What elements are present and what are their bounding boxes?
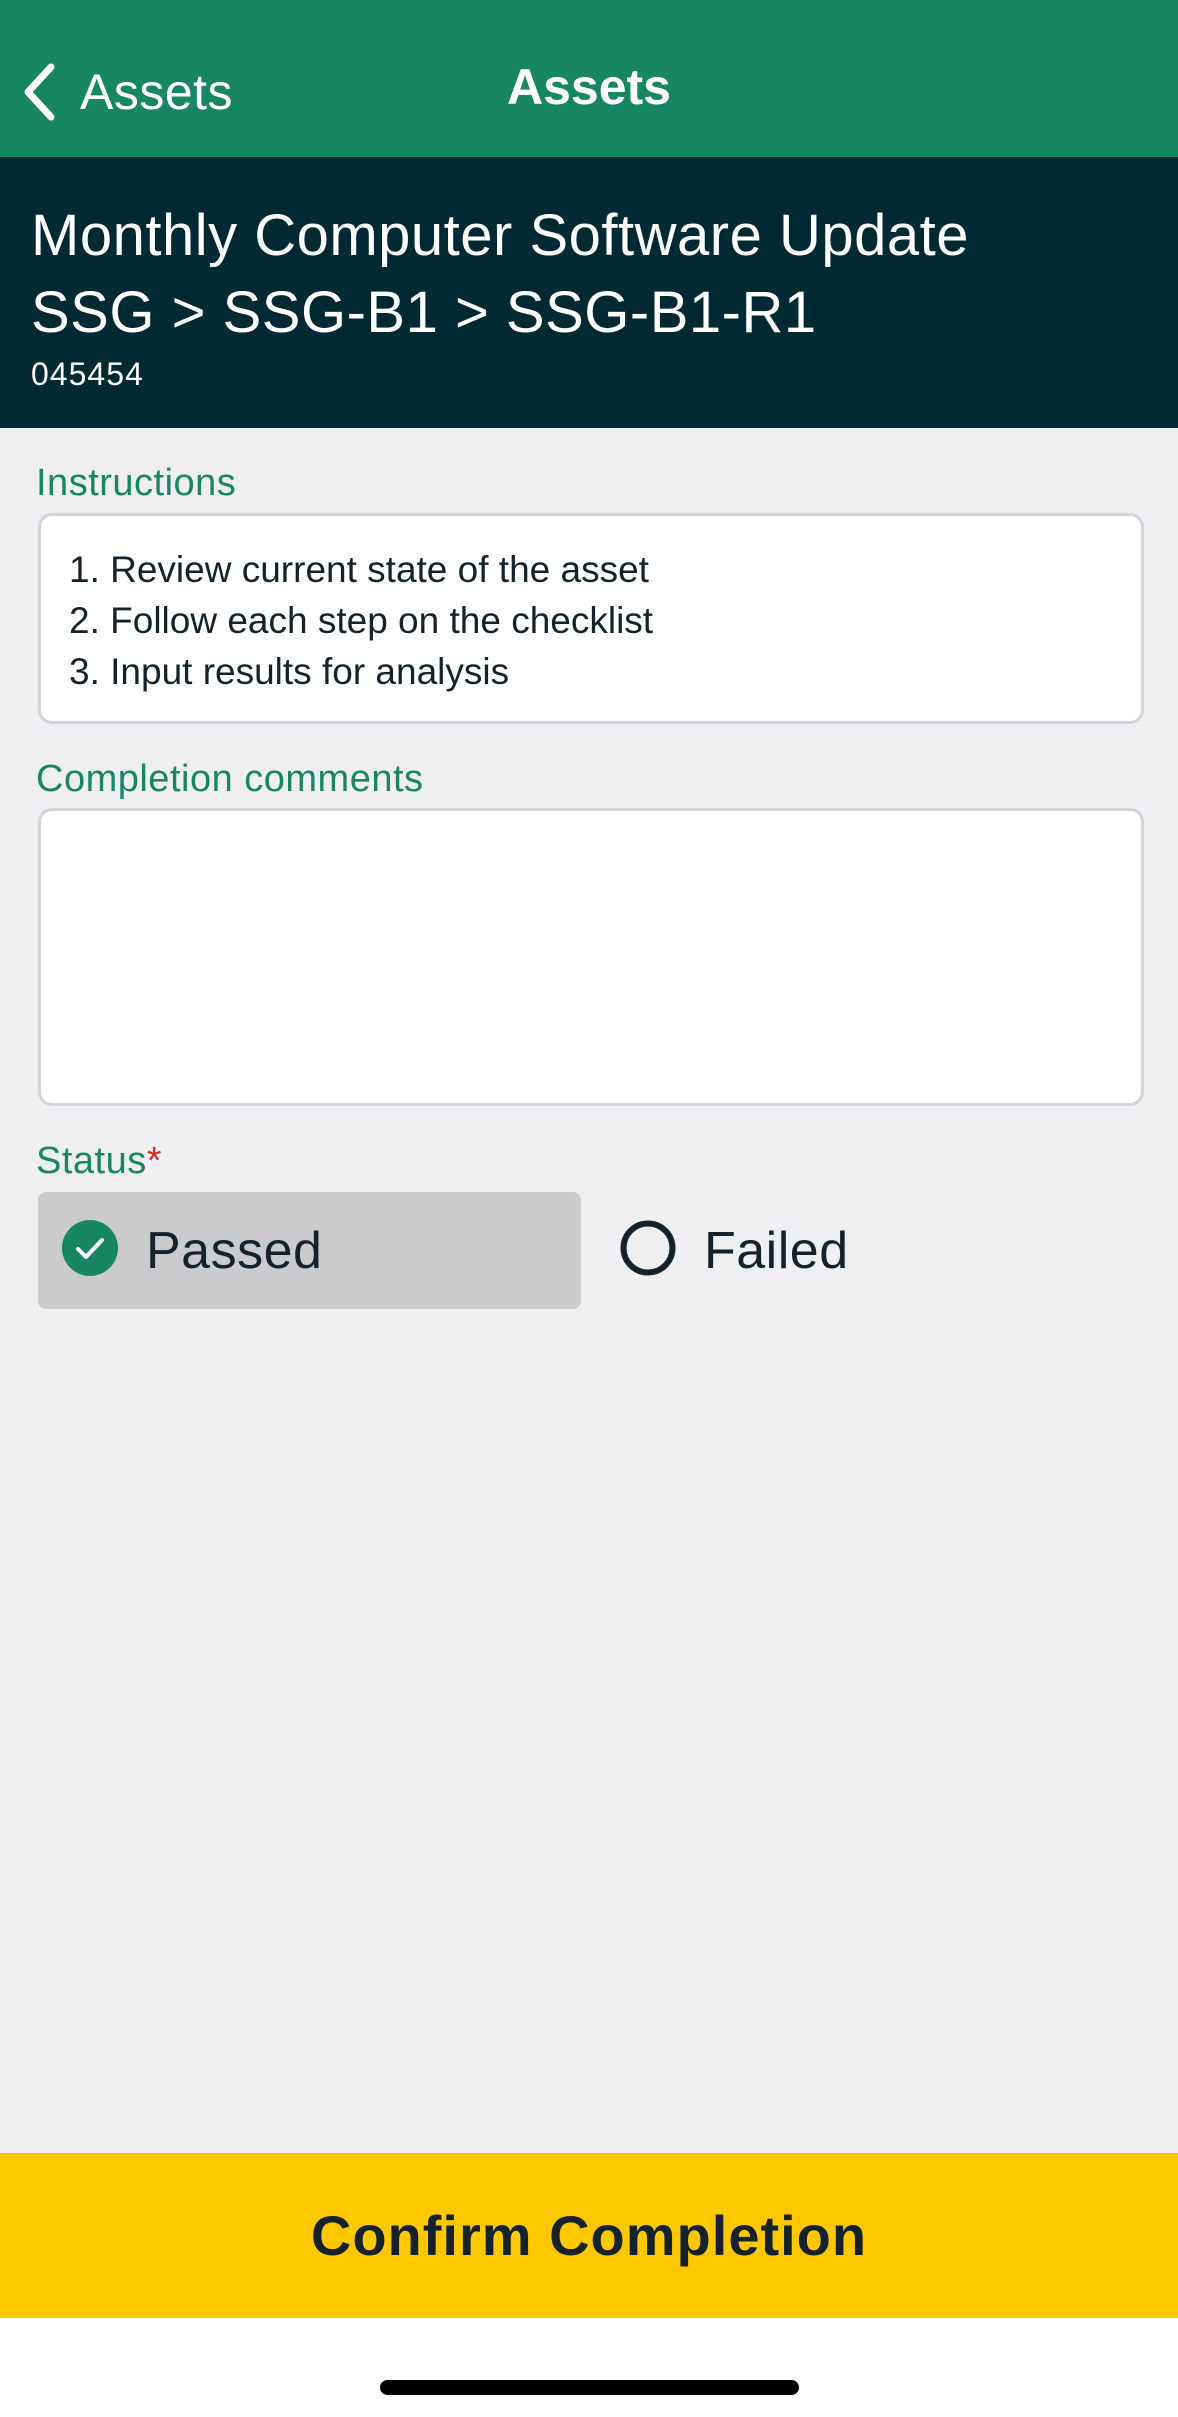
status-option-label: Failed [704, 1221, 849, 1280]
asset-path: SSG > SSG-B1 > SSG-B1-R1 [31, 280, 817, 345]
comments-label: Completion comments [36, 758, 424, 800]
instruction-item: 1. Review current state of the asset [69, 549, 649, 590]
instructions-list: 1. Review current state of the asset 2. … [41, 516, 1141, 697]
confirm-completion-button[interactable]: Confirm Completion [0, 2153, 1178, 2318]
instructions-box: 1. Review current state of the asset 2. … [38, 513, 1144, 724]
required-indicator: * [146, 1140, 163, 1182]
task-code: 045454 [31, 356, 144, 392]
check-circle-icon [38, 1220, 118, 1281]
bottom-safe-area [0, 2318, 1178, 2417]
page-title: Assets [507, 59, 671, 115]
radio-unselected-icon [598, 1220, 676, 1281]
instruction-item: 2. Follow each step on the checklist [69, 600, 654, 641]
instruction-item: 3. Input results for analysis [69, 651, 510, 692]
status-label: Status* [36, 1140, 162, 1183]
home-indicator[interactable] [380, 2380, 799, 2395]
comments-field[interactable] [41, 811, 1141, 1103]
status-label-text: Status [36, 1140, 147, 1182]
task-header: Monthly Computer Software Update SSG > S… [0, 157, 1178, 428]
navigation-bar: Assets Assets [0, 0, 1178, 157]
status-option-failed[interactable]: Failed [598, 1192, 1138, 1309]
instructions-label: Instructions [36, 462, 237, 504]
task-title: Monthly Computer Software Update [31, 203, 969, 268]
status-option-passed[interactable]: Passed [38, 1192, 581, 1309]
status-option-label: Passed [146, 1221, 323, 1280]
comments-field-container [38, 808, 1144, 1106]
confirm-completion-label: Confirm Completion [310, 2204, 868, 2267]
